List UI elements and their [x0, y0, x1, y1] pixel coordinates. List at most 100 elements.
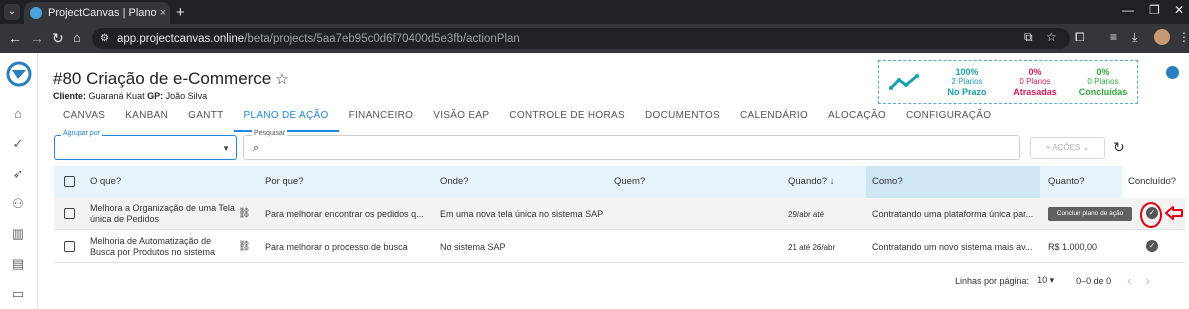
search-icon: ⌕ [253, 142, 260, 154]
tab-visao-eap[interactable]: VISÃO EAP [423, 110, 499, 132]
tab-kanban[interactable]: KANBAN [115, 110, 178, 132]
pagination: Linhas por página: 10 ▾ 0–0 de 0 ‹ › [955, 273, 1158, 288]
favorite-star-icon[interactable]: ☆ [275, 71, 288, 88]
stat-count: 0 Planos [1019, 77, 1051, 86]
tab-financeiro[interactable]: FINANCEIRO [339, 110, 424, 132]
site-info-icon[interactable]: ⚙ [100, 33, 109, 44]
complete-check-icon[interactable]: ✓ [1146, 240, 1158, 252]
header-who[interactable]: Quem? [608, 166, 780, 198]
app-sidebar: ⌂ ✓ ➶ ⚇ ▥ ▤ ▭ [0, 53, 38, 309]
browser-profile-avatar[interactable] [1154, 29, 1170, 45]
reading-list-icon[interactable]: ≡ [1110, 30, 1117, 44]
link-icon[interactable]: ⛓ [238, 241, 251, 252]
stat-pct: 100% [955, 67, 979, 77]
close-window-icon[interactable]: ✕ [1174, 3, 1184, 17]
cell-where: Em uma nova tela única no sistema SAP [440, 209, 604, 219]
downloads-icon[interactable]: ⤓ [1132, 30, 1137, 45]
home-icon[interactable]: ⌂ [73, 30, 81, 46]
client-value: Guaraná Kuat [88, 91, 145, 101]
cell-when: 29/abr até [788, 209, 825, 219]
main-content: #80 Criação de e-Commerce ☆ Cliente: Guar… [38, 53, 1189, 309]
check-circle-icon[interactable]: ✓ [9, 135, 27, 153]
table-row[interactable]: Melhora a Organização de uma Tela única … [54, 198, 1185, 230]
extensions-icon[interactable]: ⧠ [1075, 30, 1085, 45]
header-how[interactable]: Como? [866, 166, 1040, 198]
search-input[interactable]: Pesquisar ⌕ [243, 130, 1020, 160]
trend-icon [889, 74, 919, 90]
restore-icon[interactable]: ❐ [1149, 3, 1160, 17]
select-all-checkbox[interactable] [64, 176, 75, 187]
tab-list-button[interactable]: ⌄ [4, 4, 20, 20]
tab-action-plan[interactable]: PLANO DE AÇÃO [233, 110, 339, 132]
table-row[interactable]: Melhoria de Automatização de Busca por P… [54, 231, 1185, 263]
url-path: /beta/projects/5aa7eb95c0d6f70400d5e3fb/… [244, 32, 520, 45]
app-logo[interactable] [6, 61, 32, 87]
actions-button[interactable]: + AÇÕES ⌄ [1030, 137, 1105, 159]
complete-tooltip: Concluir plano de ação [1048, 207, 1132, 221]
stat-label: Concluídas [1078, 87, 1128, 97]
header-what[interactable]: O que? [84, 166, 256, 198]
stat-label: Atrasadas [1013, 87, 1057, 97]
back-icon[interactable]: ← [8, 30, 22, 46]
cell-how: Contratando uma plataforma única par... [872, 209, 1034, 219]
stat-late: 0% 0 Planos Atrasadas [1001, 67, 1069, 97]
tab-gantt[interactable]: GANTT [178, 110, 233, 132]
tab-controle-horas[interactable]: CONTROLE DE HORAS [499, 110, 635, 132]
pagination-range: 0–0 de 0 [1076, 275, 1112, 286]
gp-value: João Silva [165, 91, 208, 101]
minimize-icon[interactable]: — [1122, 3, 1134, 17]
cell-how-much: R$ 1.000,00 [1048, 242, 1098, 252]
next-page-icon[interactable]: › [1145, 273, 1149, 288]
cell-when: 21 até 26/abr [788, 242, 836, 252]
reload-icon[interactable]: ↻ [52, 30, 64, 46]
dropdown-arrow-icon[interactable]: ▼ [222, 144, 230, 153]
tab-documentos[interactable]: DOCUMENTOS [635, 110, 730, 132]
rows-per-page-select[interactable]: 10 ▾ [1037, 275, 1054, 286]
browser-menu-icon[interactable]: ⋮ [1178, 30, 1189, 44]
row-checkbox[interactable] [64, 241, 75, 252]
link-icon[interactable]: ⛓ [238, 208, 251, 219]
tab-alocacao[interactable]: ALOCAÇÃO [818, 110, 896, 132]
prev-page-icon[interactable]: ‹ [1127, 273, 1131, 288]
close-tab-icon[interactable]: × [156, 7, 170, 19]
team-icon[interactable]: ⚇ [9, 195, 27, 213]
stat-label: No Prazo [947, 87, 987, 97]
header-when[interactable]: Quando? ↓ [782, 166, 866, 198]
stat-count: 2 Planos [951, 77, 983, 86]
bookmark-star-icon[interactable]: ☆ [1046, 30, 1057, 44]
tab-calendario[interactable]: CALENDÁRIO [730, 110, 818, 132]
header-why[interactable]: Por que? [259, 166, 431, 198]
refresh-icon[interactable]: ↻ [1113, 139, 1125, 156]
home-icon[interactable]: ⌂ [9, 105, 27, 123]
forward-icon[interactable]: → [30, 30, 44, 46]
table-header: O que? Por que? Onde? Quem? Quando? ↓ Co… [54, 166, 1185, 198]
tab-configuracao[interactable]: CONFIGURAÇÃO [896, 110, 1001, 132]
new-tab-button[interactable]: + [176, 4, 185, 21]
carousel-icon[interactable]: ▥ [9, 225, 27, 243]
tab-canvas[interactable]: CANVAS [53, 110, 115, 132]
stat-pct: 0% [1028, 67, 1042, 77]
annotation-arrow-icon [1165, 206, 1183, 220]
stat-pct: 0% [1096, 67, 1110, 77]
address-bar[interactable]: ⚙ app.projectcanvas.online /beta/project… [92, 28, 1070, 49]
install-app-icon[interactable]: ⧉ [1024, 30, 1033, 45]
stat-done: 0% 0 Planos Concluídas [1069, 67, 1137, 97]
header-how-much[interactable]: Quanto? [1042, 166, 1122, 198]
favicon-icon [30, 7, 42, 19]
document-icon[interactable]: ▭ [9, 285, 27, 303]
rocket-icon[interactable]: ➶ [9, 165, 27, 183]
chart-icon[interactable]: ▤ [9, 255, 27, 273]
header-where[interactable]: Onde? [434, 166, 606, 198]
group-by-select[interactable]: Agrupar por ▼ [54, 130, 237, 160]
browser-toolbar: ← → ↻ ⌂ ⚙ app.projectcanvas.online /beta… [0, 24, 1189, 53]
project-title: #80 Criação de e-Commerce [53, 69, 272, 88]
browser-tab[interactable]: ProjectCanvas | Plano de Ação × [24, 2, 170, 24]
status-summary: 100% 2 Planos No Prazo 0% 0 Planos Atras… [878, 60, 1138, 104]
cell-who [608, 231, 780, 263]
client-label: Cliente: [53, 91, 87, 101]
user-account-icon[interactable] [1166, 66, 1179, 79]
row-checkbox[interactable] [64, 208, 75, 219]
header-done[interactable]: Concluído? [1122, 166, 1185, 198]
project-tabs: CANVAS KANBAN GANTT PLANO DE AÇÃO FINANC… [53, 110, 1001, 132]
stat-on-time: 100% 2 Planos No Prazo [933, 67, 1001, 97]
